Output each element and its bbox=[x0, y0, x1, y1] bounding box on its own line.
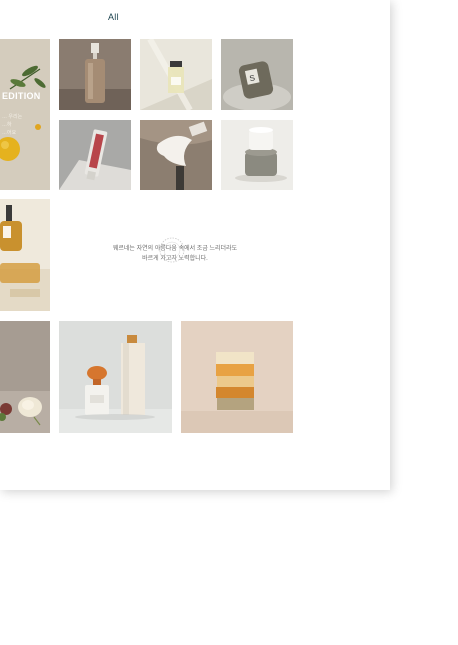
filter-tab-all[interactable]: All bbox=[108, 12, 119, 22]
oil-bottle-image bbox=[0, 199, 50, 311]
tile-flowers[interactable] bbox=[0, 321, 50, 433]
tile-serum-bottle[interactable] bbox=[59, 39, 131, 110]
circle-stamp-icon bbox=[159, 237, 185, 263]
jar-on-stone-image: S bbox=[221, 39, 293, 110]
tile-perfume-box[interactable] bbox=[59, 321, 172, 433]
serum-bottle-image bbox=[59, 39, 131, 110]
tile-cream-jar[interactable] bbox=[221, 120, 293, 190]
edition-title: EDITION bbox=[2, 91, 41, 101]
tile-jar-on-stone[interactable]: S bbox=[221, 39, 293, 110]
tile-edition-citrus[interactable]: EDITION … 우리는 …하 …어요 bbox=[0, 39, 50, 190]
tile-perfume-vial[interactable] bbox=[140, 39, 212, 110]
tile-soap-stack[interactable] bbox=[181, 321, 293, 433]
edition-subtitle-3: …어요 bbox=[2, 130, 17, 136]
gallery-card: All EDITION … 우리는 …하 …어요 S 웨르네는 자연의 아름다움… bbox=[0, 0, 390, 490]
cream-swatch-image bbox=[140, 120, 212, 190]
cream-jar-image bbox=[221, 120, 293, 190]
tile-oil-bottle[interactable] bbox=[0, 199, 50, 311]
perfume-vial-image bbox=[140, 39, 212, 110]
edition-subtitle-1: … 우리는 bbox=[2, 114, 23, 120]
flowers-image bbox=[0, 321, 50, 433]
tile-cream-swatch[interactable] bbox=[140, 120, 212, 190]
perfume-box-image bbox=[59, 321, 172, 433]
soap-stack-image bbox=[181, 321, 293, 433]
edition-subtitle-2: …하 bbox=[2, 122, 12, 128]
tile-tube-product[interactable] bbox=[59, 120, 131, 190]
tube-product-image bbox=[59, 120, 131, 190]
